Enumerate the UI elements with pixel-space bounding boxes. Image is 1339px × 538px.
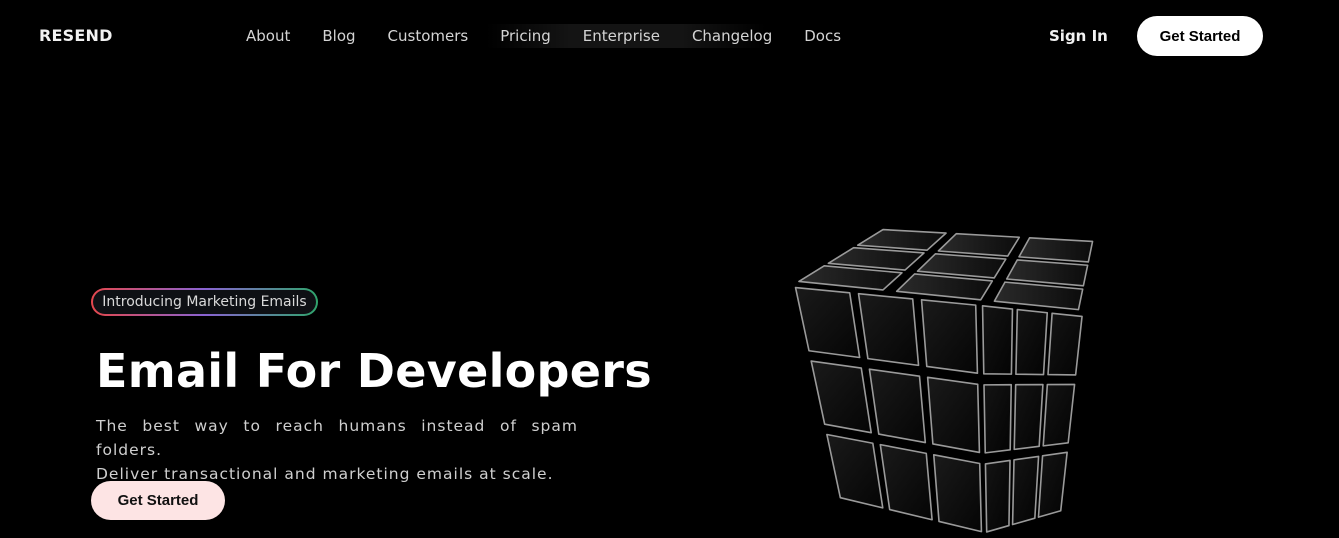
announcement-badge-label: Introducing Marketing Emails <box>93 290 316 314</box>
cube-left-tile <box>920 299 979 375</box>
cube-right-tile <box>1015 308 1049 376</box>
nav-links: About Blog Customers Pricing Enterprise … <box>246 24 873 48</box>
cube-right-tile <box>1011 455 1040 526</box>
cube-top-tile <box>1005 259 1089 287</box>
cube-right-tile <box>981 305 1014 375</box>
nav-link-blog[interactable]: Blog <box>322 27 355 45</box>
cube-right-tile <box>984 459 1011 533</box>
cube-illustration <box>794 228 1094 533</box>
cube-right-tile <box>1042 383 1076 447</box>
get-started-hero-button[interactable]: Get Started <box>91 481 225 520</box>
cube-left-tile <box>932 453 983 533</box>
cube-right-tile <box>1047 312 1083 376</box>
nav-link-changelog[interactable]: Changelog <box>692 27 772 45</box>
cube-right-tile <box>1037 451 1068 518</box>
resend-logo[interactable]: RESEND <box>39 26 113 45</box>
nav-link-about[interactable]: About <box>246 27 290 45</box>
cube-top-tile <box>993 281 1084 311</box>
cube-right-tile <box>983 383 1013 454</box>
cube-left-tile <box>810 360 873 434</box>
hero-subtitle-line-1: The best way to reach humans instead of … <box>96 417 578 459</box>
announcement-badge[interactable]: Introducing Marketing Emails <box>91 288 318 316</box>
nav-link-pricing[interactable]: Pricing <box>500 27 551 45</box>
nav-link-docs[interactable]: Docs <box>804 27 841 45</box>
cube-left-tile <box>868 368 927 444</box>
cube-left-tile <box>857 292 920 367</box>
cube-top-tile <box>856 228 947 251</box>
hero-subtitle: The best way to reach humans instead of … <box>96 414 578 486</box>
cube-left-tile <box>826 433 884 509</box>
hero-title: Email For Developers <box>96 344 652 398</box>
cube-top-tile <box>937 232 1021 257</box>
cube-left-tile <box>794 286 861 359</box>
get-started-nav-button[interactable]: Get Started <box>1137 16 1263 56</box>
cube-left-tile <box>879 443 933 521</box>
nav-link-customers[interactable]: Customers <box>388 27 469 45</box>
cube-top-tile <box>916 253 1007 279</box>
cube-top-tile <box>1018 237 1094 263</box>
top-navigation: RESEND About Blog Customers Pricing Ente… <box>0 0 1339 72</box>
cube-top-tile <box>798 265 903 291</box>
cube-right-tile <box>1013 383 1044 451</box>
cube-left-tile <box>926 376 981 454</box>
nav-link-enterprise[interactable]: Enterprise <box>583 27 660 45</box>
sign-in-link[interactable]: Sign In <box>1049 27 1108 45</box>
cube-top-tile <box>895 273 994 301</box>
